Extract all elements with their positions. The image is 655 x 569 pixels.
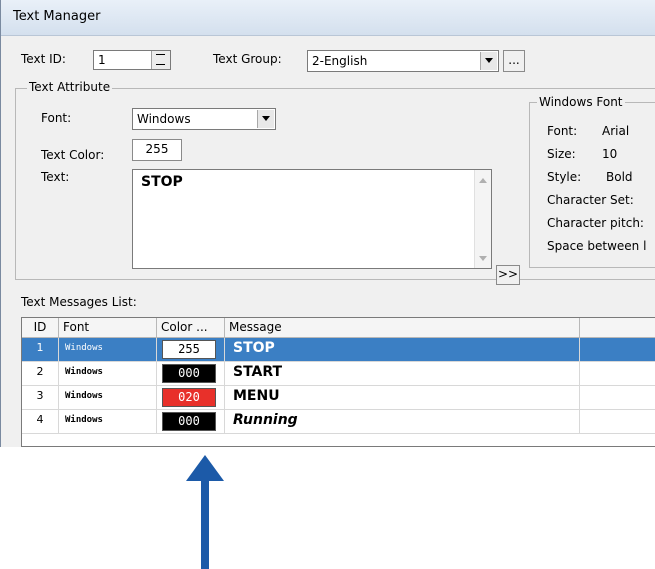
up-arrow-icon bbox=[186, 455, 224, 569]
row-id: 2 bbox=[22, 362, 59, 385]
text-id-value: 1 bbox=[98, 53, 106, 67]
text-color-label: Text Color: bbox=[41, 148, 105, 162]
row-font: Windows bbox=[59, 410, 157, 433]
row-color: 255 bbox=[157, 338, 225, 361]
scroll-up-icon[interactable] bbox=[479, 178, 487, 183]
chevron-down-icon[interactable] bbox=[480, 52, 497, 70]
column-header-color[interactable]: Color ... bbox=[157, 318, 225, 338]
wf-pitch-label: Character pitch: bbox=[547, 216, 644, 230]
messages-table[interactable]: ID Font Color ... Message 1 Windows 255 … bbox=[21, 317, 655, 447]
expand-text-button[interactable]: >> bbox=[496, 265, 520, 285]
row-font: Windows bbox=[59, 338, 157, 361]
window-title: Text Manager bbox=[13, 9, 101, 24]
text-label: Text: bbox=[41, 170, 70, 184]
row-color: 000 bbox=[157, 410, 225, 433]
color-swatch: 000 bbox=[162, 412, 216, 431]
color-swatch: 255 bbox=[162, 340, 216, 359]
font-label: Font: bbox=[41, 111, 72, 125]
column-header-id[interactable]: ID bbox=[22, 318, 59, 338]
row-font: Windows bbox=[59, 362, 157, 385]
row-message: Running bbox=[225, 410, 580, 433]
wf-font-label: Font: bbox=[547, 124, 578, 138]
spin-buttons[interactable] bbox=[151, 51, 170, 69]
text-color-button[interactable]: 255 bbox=[132, 139, 182, 161]
column-header-message[interactable]: Message bbox=[225, 318, 580, 338]
wf-size-label: Size: bbox=[547, 147, 576, 161]
font-value: Windows bbox=[137, 112, 191, 126]
text-id-spinbox[interactable]: 1 bbox=[93, 50, 171, 70]
scroll-down-icon[interactable] bbox=[479, 256, 487, 261]
table-row[interactable]: 3 Windows 020 MENU bbox=[22, 386, 655, 410]
font-select[interactable]: Windows bbox=[132, 108, 276, 130]
text-group-select[interactable]: 2-English bbox=[307, 50, 499, 72]
color-swatch: 020 bbox=[162, 388, 216, 407]
wf-size-value: 10 bbox=[602, 147, 618, 161]
wf-charset-label: Character Set: bbox=[547, 193, 634, 207]
text-group-value: 2-English bbox=[312, 54, 368, 68]
text-group-browse-button[interactable]: ... bbox=[503, 50, 525, 72]
text-group-label: Text Group: bbox=[213, 52, 282, 66]
row-message: STOP bbox=[225, 338, 580, 361]
column-header-font[interactable]: Font bbox=[59, 318, 157, 338]
wf-font-value: Arial bbox=[602, 124, 630, 138]
text-scrollbar[interactable] bbox=[474, 170, 491, 268]
row-font: Windows bbox=[59, 386, 157, 409]
row-message: MENU bbox=[225, 386, 580, 409]
text-input-value: STOP bbox=[141, 174, 183, 190]
table-row[interactable]: 4 Windows 000 Running bbox=[22, 410, 655, 434]
row-id: 4 bbox=[22, 410, 59, 433]
text-attribute-legend: Text Attribute bbox=[27, 80, 113, 94]
row-color: 000 bbox=[157, 362, 225, 385]
text-manager-window: Text Manager Text ID: 1 Text Group: 2-En… bbox=[0, 0, 655, 447]
messages-list-title: Text Messages List: bbox=[21, 295, 137, 309]
chevron-down-icon[interactable] bbox=[257, 110, 274, 128]
text-id-label: Text ID: bbox=[21, 52, 66, 66]
row-id: 3 bbox=[22, 386, 59, 409]
wf-space-label: Space between l bbox=[547, 239, 647, 253]
windows-font-legend: Windows Font bbox=[537, 95, 625, 109]
wf-style-label: Style: bbox=[547, 170, 582, 184]
color-swatch: 000 bbox=[162, 364, 216, 383]
column-header-empty bbox=[580, 318, 655, 338]
row-color: 020 bbox=[157, 386, 225, 409]
table-row[interactable]: 1 Windows 255 STOP bbox=[22, 338, 655, 362]
title-bar: Text Manager bbox=[1, 0, 655, 36]
text-input[interactable]: STOP bbox=[132, 169, 492, 269]
wf-style-value: Bold bbox=[606, 170, 633, 184]
row-message: START bbox=[225, 362, 580, 385]
row-id: 1 bbox=[22, 338, 59, 361]
table-row[interactable]: 2 Windows 000 START bbox=[22, 362, 655, 386]
